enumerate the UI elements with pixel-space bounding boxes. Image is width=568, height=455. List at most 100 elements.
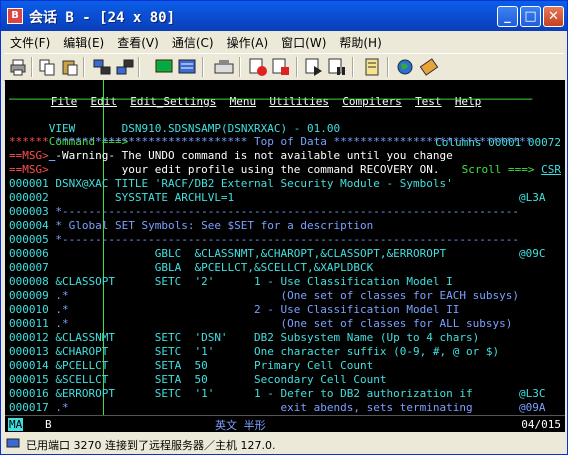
menu-window[interactable]: 窗口(W) [275,32,333,51]
line-number[interactable]: 000004 [9,219,49,232]
status-bar: 已用端口 3270 连接到了远程服务器／主机 127.0. [4,434,564,453]
line-number[interactable]: 000007 [9,261,49,274]
line-text[interactable]: ***************************** Top of Dat… [49,135,532,148]
source-line[interactable]: 000001 DSNX@XAC TITLE 'RACF/DB2 External… [9,177,453,191]
source-line[interactable]: 000009 .* (One set of classes for EACH s… [9,289,519,303]
line-text[interactable]: SYSSTATE ARCHLVL=1 @L3A [49,191,545,204]
line-number[interactable]: 000009 [9,289,49,302]
source-line[interactable]: 000013 &CHAROPT SETC '1' One character s… [9,345,499,359]
line-text[interactable]: .* (One set of classes for EACH subsys) [49,289,519,302]
line-number[interactable]: ==MSG> [9,149,49,162]
oia-session: B [45,418,52,431]
minimize-button[interactable]: _ [497,6,518,27]
line-text[interactable]: -Warning- The UNDO command is not availa… [49,149,452,162]
record-icon[interactable] [248,57,268,77]
scroll-label: Scroll ===> [461,163,535,176]
print-icon[interactable] [8,57,28,77]
title-bar[interactable]: B 会话 B - [24 x 80] _ □ ✕ [1,1,567,31]
source-line[interactable]: 000010 .* 2 - Use Classification Model I… [9,303,459,317]
globe-icon[interactable] [396,57,416,77]
source-line[interactable]: 000002 SYSSTATE ARCHLVL=1 @L3A [9,191,545,205]
line-text[interactable]: &CLASSNMT SETC 'DSN' DB2 Subsystem Name … [49,331,479,344]
app-icon[interactable]: B [7,8,23,24]
line-text[interactable]: &CHAROPT SETC '1' One character suffix (… [49,345,499,358]
line-text[interactable]: .* exit abends, sets terminating @09A [49,401,545,414]
source-line[interactable]: 000016 &ERROROPT SETC '1' 1 - Defer to D… [9,387,545,401]
line-text[interactable]: DSNX@XAC TITLE 'RACF/DB2 External Securi… [49,177,452,190]
line-text[interactable]: *---------------------------------------… [49,205,519,218]
line-text[interactable]: *---------------------------------------… [49,233,519,246]
line-number[interactable]: ****** [9,135,49,148]
stop-icon[interactable] [271,57,291,77]
line-text[interactable]: &SCELLCT SETA 50 Secondary Cell Count [49,373,386,386]
menu-communication[interactable]: 通信(C) [166,32,221,51]
line-number[interactable]: 000003 [9,205,49,218]
menu-edit[interactable]: 编辑(E) [57,32,111,51]
line-text[interactable]: * Global SET Symbols: See $SET for a des… [49,219,373,232]
source-line[interactable]: 000015 &SCELLCT SETA 50 Secondary Cell C… [9,373,387,387]
oia-ime-mode: 英文 半形 [215,419,266,432]
macro-icon[interactable] [362,57,382,77]
window-title: 会话 B - [24 x 80] [29,10,176,26]
line-number[interactable]: 000001 [9,177,49,190]
play-icon[interactable] [304,57,324,77]
line-number[interactable]: 000008 [9,275,49,288]
line-text[interactable]: &ERROROPT SETC '1' 1 - Defer to DB2 auth… [49,387,545,400]
pause-icon[interactable] [327,57,347,77]
oia-cursor-position: 04/015 [521,418,561,431]
settings-icon[interactable] [419,57,439,77]
line-text[interactable]: GBLC &CLASSNMT,&CHAROPT,&CLASSOPT,&ERROR… [49,247,546,260]
line-text[interactable]: &PCELLCT SETA 50 Primary Cell Count [49,359,373,372]
line-text[interactable]: GBLA &PCELLCT,&SCELLCT,&XAPLDBCK [49,261,374,274]
line-number[interactable]: 000002 [9,191,49,204]
oia-indicator: MA [8,418,24,431]
source-line[interactable]: ==MSG> -Warning- The UNDO command is not… [9,149,453,163]
line-number[interactable]: 000006 [9,247,49,260]
line-number[interactable]: 000012 [9,331,49,344]
menu-view[interactable]: 查看(V) [111,32,166,51]
line-number[interactable]: 000014 [9,359,49,372]
line-number[interactable]: 000010 [9,303,49,316]
display-icon[interactable] [154,57,174,77]
line-text[interactable]: &CLASSOPT SETC '2' 1 - Use Classificatio… [49,275,452,288]
source-line[interactable]: ==MSG> your edit profile using the comma… [9,163,439,177]
line-text[interactable]: your edit profile using the command RECO… [49,163,440,176]
copy-icon[interactable] [37,57,57,77]
operator-info-area: MA B 英文 半形 04/015 [5,415,565,432]
line-number[interactable]: 000005 [9,233,49,246]
source-line[interactable]: 000017 .* exit abends, sets terminating … [9,401,545,415]
source-line[interactable]: ****** ***************************** Top… [9,135,532,149]
scroll-value[interactable]: CSR [541,163,561,176]
send-icon[interactable] [92,57,112,77]
source-line[interactable]: 000003 *--------------------------------… [9,205,519,219]
line-number[interactable]: 000013 [9,345,49,358]
menu-actions[interactable]: 操作(A) [221,32,276,51]
terminal-window: B 会话 B - [24 x 80] _ □ ✕ 文件(F) 编辑(E) 查看(V)… [0,0,568,455]
menu-help[interactable]: 帮助(H) [333,32,388,51]
line-number[interactable]: 000011 [9,317,49,330]
source-line[interactable]: 000005 *--------------------------------… [9,233,519,247]
line-text[interactable]: .* 2 - Use Classification Model II [49,303,459,316]
source-line[interactable]: 000006 GBLC &CLASSNMT,&CHAROPT,&CLASSOPT… [9,247,545,261]
receive-icon[interactable] [115,57,135,77]
map-icon[interactable] [177,57,197,77]
source-line[interactable]: 000011 .* (One set of classes for ALL su… [9,317,512,331]
keyboard-icon[interactable] [214,57,234,77]
line-number[interactable]: 000015 [9,373,49,386]
source-line[interactable]: 000014 &PCELLCT SETA 50 Primary Cell Cou… [9,359,373,373]
source-line[interactable]: 000004 * Global SET Symbols: See $SET fo… [9,219,373,233]
line-text[interactable]: .* (One set of classes for ALL subsys) [49,317,512,330]
close-button[interactable]: ✕ [543,6,564,27]
menu-file[interactable]: 文件(F) [4,32,57,51]
line-number[interactable]: ==MSG> [9,163,49,176]
source-line[interactable]: 000007 GBLA &PCELLCT,&SCELLCT,&XAPLDBCK [9,261,373,275]
header-line: VIEW DSN910.SDSNSAMP(DSNXRXAC) - 01.00 C… [9,108,561,149]
status-text: 已用端口 3270 连接到了远程服务器／主机 127.0. [26,439,276,452]
maximize-button[interactable]: □ [520,6,541,27]
source-line[interactable]: 000012 &CLASSNMT SETC 'DSN' DB2 Subsyste… [9,331,479,345]
line-number[interactable]: 000016 [9,387,49,400]
source-line[interactable]: 000008 &CLASSOPT SETC '2' 1 - Use Classi… [9,275,453,289]
paste-icon[interactable] [60,57,80,77]
line-number[interactable]: 000017 [9,401,49,414]
terminal-screen[interactable]: File Edit Edit_Settings Menu Utilities C… [5,80,565,415]
